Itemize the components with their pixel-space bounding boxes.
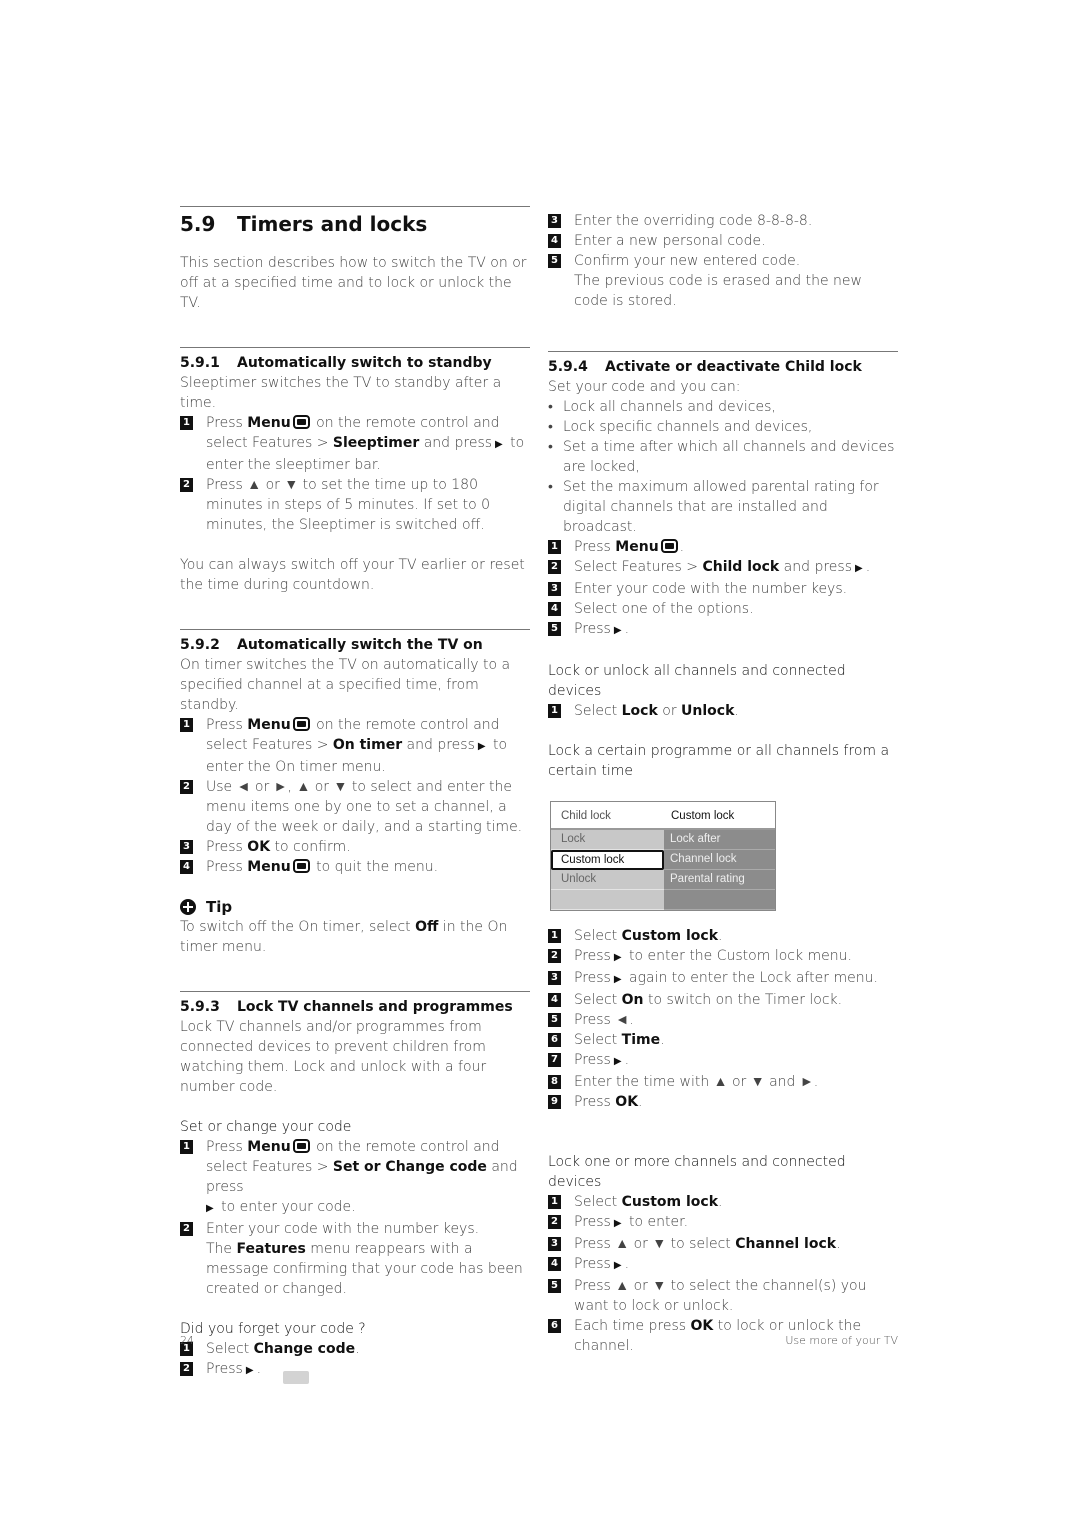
step: 2 Select Features > Child lock and press… xyxy=(548,557,898,579)
step: 4 Select On to switch on the Timer lock. xyxy=(548,990,898,1010)
tip-icon xyxy=(180,899,196,915)
right-arrow-icon: ▶ xyxy=(613,974,622,985)
step: 1 Select Lock or Unlock. xyxy=(548,701,898,721)
step: 4 Press Menu to quit the menu. xyxy=(180,857,530,877)
submenu-item xyxy=(664,890,775,910)
menu-left-list: Lock Custom lock Unlock xyxy=(551,830,664,910)
right-arrow-icon: ▶ xyxy=(613,952,622,963)
page-number: 24 xyxy=(180,1334,194,1347)
step: 6 Select Time. xyxy=(548,1030,898,1050)
step: 5 Confirm your new entered code. The prev… xyxy=(548,251,898,311)
tip-text: To switch off the On timer, select Off i… xyxy=(180,919,508,955)
menu-right-list: Lock after Channel lock Parental rating xyxy=(664,830,775,910)
step: 3 Press ▶ again to enter the Lock after m… xyxy=(548,968,898,990)
step: 3 Press ▲ or ▼ to select Channel lock. xyxy=(548,1234,898,1254)
menu-icon xyxy=(292,1139,310,1153)
step: 2 Press ▶ to enter the Custom lock menu. xyxy=(548,946,898,968)
divider xyxy=(180,206,530,207)
step: 1 Press Menu on the remote control and s… xyxy=(180,1137,530,1219)
bullet-item: • Set the maximum allowed parental rating… xyxy=(548,479,879,535)
right-arrow-icon: ▶ xyxy=(613,625,622,636)
menu-item xyxy=(551,890,664,910)
child-lock-menu-screenshot: Child lock Custom lock Lock Custom lock … xyxy=(550,801,776,911)
menu-icon xyxy=(292,717,310,731)
submenu-item[interactable]: Parental rating xyxy=(664,870,775,890)
step: 4 Press ▶. xyxy=(548,1254,898,1276)
divider xyxy=(180,347,530,348)
step: 2 Use ◄ or ►, ▲ or ▼ to select and enter… xyxy=(180,777,530,837)
bullet-list: • Lock all channels and devices, • Lock sp… xyxy=(548,397,898,537)
step: 1 Select Custom lock. xyxy=(548,1192,898,1212)
divider xyxy=(180,991,530,992)
subsection-title-594: 5.9.4 Activate or deactivate Child lock xyxy=(548,359,862,375)
right-arrow-icon: ▶ xyxy=(206,1203,214,1214)
forgot-code-heading: Did you forget your code ? xyxy=(180,1321,366,1337)
bullet-item: • Lock specific channels and devices, xyxy=(548,419,813,435)
right-arrow-icon: ▶ xyxy=(245,1365,254,1376)
right-column: 3 Enter the overriding code 8-8-8-8. 4 E… xyxy=(548,206,898,1356)
lock-more-heading: Lock one or more channels and connected … xyxy=(548,1154,846,1190)
step: 7 Press ▶. xyxy=(548,1050,898,1072)
right-arrow-icon: ▶ xyxy=(855,563,863,574)
menu-item[interactable]: Unlock xyxy=(551,870,664,890)
note: You can always switch off your TV earlie… xyxy=(180,557,525,593)
step: 1 Press Menu on the remote control and s… xyxy=(180,715,530,777)
step: 2 Press ▶ to enter. xyxy=(548,1212,898,1234)
right-arrow-icon: ▶ xyxy=(495,439,503,450)
lock-all-heading: Lock or unlock all channels and connecte… xyxy=(548,663,846,699)
step: 1 Press Menu. xyxy=(548,537,898,557)
submenu-item[interactable]: Lock after xyxy=(664,830,775,850)
divider xyxy=(548,351,898,352)
bullet-item: • Lock all channels and devices, xyxy=(548,399,776,415)
set-code-heading: Set or change your code xyxy=(180,1119,352,1135)
step: 9 Press OK. xyxy=(548,1092,898,1112)
menu-icon xyxy=(292,859,310,873)
step: 2 Enter your code with the number keys. T… xyxy=(180,1219,530,1299)
step: 5 Press ◄. xyxy=(548,1010,898,1030)
menu-icon xyxy=(292,415,310,429)
step-number: 1 xyxy=(180,416,193,430)
menu-header: Child lock Custom lock xyxy=(551,802,775,830)
subsection-intro: Sleeptimer switches the TV to standby af… xyxy=(180,375,502,411)
menu-header-left: Child lock xyxy=(561,810,611,822)
step: 3 Press OK to confirm. xyxy=(180,837,530,857)
menu-header-right: Custom lock xyxy=(671,810,735,822)
right-arrow-icon: ▶ xyxy=(477,741,486,752)
right-arrow-icon: ▶ xyxy=(613,1260,622,1271)
step: 1 Select Custom lock. xyxy=(548,926,898,946)
step: 1 Select Change code. xyxy=(180,1339,530,1359)
tip-heading: Tip xyxy=(180,897,530,917)
step: 5 Press ▲ or ▼ to select the channel(s) … xyxy=(548,1276,898,1316)
chapter-title: Use more of your TV xyxy=(785,1334,898,1347)
menu-item-selected[interactable]: Custom lock xyxy=(551,850,664,870)
menu-icon xyxy=(660,539,678,553)
bullet-item: • Set a time after which all channels and… xyxy=(548,439,895,475)
step: 3 Enter your code with the number keys. xyxy=(548,579,898,599)
section-intro: This section describes how to switch the… xyxy=(180,255,527,311)
right-arrow-icon: ▶ xyxy=(613,1056,622,1067)
menu-item[interactable]: Lock xyxy=(551,830,664,850)
left-column: 5.9 Timers and locks This section describ… xyxy=(180,206,530,1381)
step-number: 2 xyxy=(180,478,193,492)
step: 1 Press Menu on the remote control and s… xyxy=(180,413,530,475)
right-arrow-icon: ▶ xyxy=(613,1218,622,1229)
subsection-title-593: 5.9.3 Lock TV channels and programmes xyxy=(180,999,513,1015)
section-title: 5.9 Timers and locks xyxy=(180,212,428,236)
certain-time-heading: Lock a certain programme or all channels… xyxy=(548,743,890,779)
subsection-title-591: 5.9.1 Automatically switch to standby xyxy=(180,355,492,371)
step: 2 Press ▶. xyxy=(180,1359,530,1381)
step: 4 Enter a new personal code. xyxy=(548,231,898,251)
step: 4 Select one of the options. xyxy=(548,599,898,619)
step: 3 Enter the overriding code 8-8-8-8. xyxy=(548,211,898,231)
divider xyxy=(180,629,530,630)
step: 5 Press ▶. xyxy=(548,619,898,641)
step: 2 Press ▲ or ▼ to set the time up to 180… xyxy=(180,475,530,535)
page-tab-marker xyxy=(283,1371,309,1384)
submenu-item[interactable]: Channel lock xyxy=(664,850,775,870)
step: 8 Enter the time with ▲ or ▼ and ►. xyxy=(548,1072,898,1092)
subsection-title-592: 5.9.2 Automatically switch the TV on xyxy=(180,637,483,653)
